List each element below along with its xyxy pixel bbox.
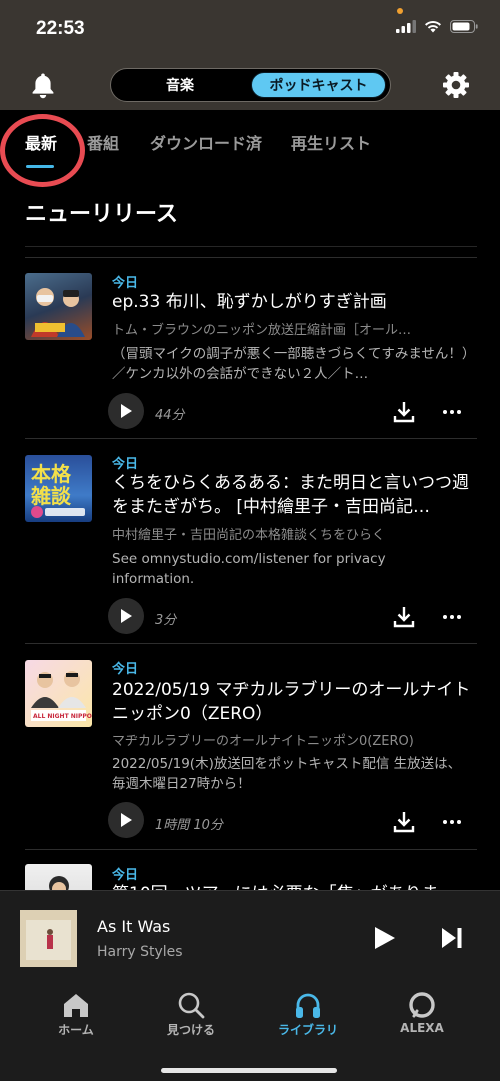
status-bar: 22:53	[0, 0, 500, 60]
episode-date: 今日	[112, 457, 139, 472]
episode-date: 今日	[112, 662, 139, 677]
episode-artwork	[25, 864, 92, 890]
toggle-music[interactable]: 音楽	[115, 72, 245, 98]
alexa-icon	[409, 992, 435, 1018]
play-icon	[121, 404, 132, 418]
download-icon[interactable]	[392, 810, 416, 834]
search-icon	[178, 992, 205, 1019]
wifi-icon	[425, 20, 441, 33]
now-playing-artist: Harry Styles	[97, 944, 183, 960]
nav-label: ライブラリ	[277, 1023, 338, 1037]
play-button[interactable]	[108, 598, 144, 634]
play-button[interactable]	[108, 393, 144, 429]
nav-alexa[interactable]: ALEXA	[367, 984, 477, 1054]
toggle-podcast[interactable]: ポッドキャスト	[251, 72, 386, 98]
mini-player[interactable]: As It Was Harry Styles	[0, 890, 500, 984]
divider	[25, 643, 477, 644]
divider	[25, 246, 477, 247]
bottom-nav: ホーム 見つける ライブラリ ALEXA	[0, 984, 500, 1081]
nav-library[interactable]: ライブラリ	[253, 984, 363, 1054]
play-icon	[121, 813, 132, 827]
svg-text:本格: 本格	[31, 462, 72, 486]
now-playing-artwork	[20, 910, 77, 967]
nav-label: 見つける	[166, 1023, 215, 1037]
episode-show-name: トム・ブラウンのニッポン放送圧縮計画［オール…	[112, 323, 412, 338]
episode-artwork: ALL NIGHT NIPPON	[25, 660, 92, 727]
episode-date: 今日	[112, 868, 139, 883]
episode-title: 第10回 ツアーには必要な「焦」がありま…	[112, 882, 477, 890]
episode-description: （冒頭マイクの調子が悪く一部聴きづらくてすみません！）／ケンカ以外の会話ができな…	[112, 346, 469, 382]
play-icon[interactable]	[371, 925, 397, 951]
nav-label: ALEXA	[400, 1021, 444, 1035]
privacy-indicator-dot	[397, 8, 403, 14]
section-title: ニューリリース	[25, 202, 178, 227]
divider	[25, 257, 477, 258]
status-time: 22:53	[36, 18, 85, 39]
tab-playlists[interactable]: 再生リスト	[291, 130, 371, 154]
skip-next-icon[interactable]	[440, 927, 464, 949]
top-header: 22:53 音楽 ポッドキャスト	[0, 0, 500, 110]
music-podcast-toggle: 音楽 ポッドキャスト	[110, 68, 391, 102]
more-options-icon[interactable]	[440, 810, 464, 834]
nav-search[interactable]: 見つける	[136, 984, 246, 1054]
episode-show-name: 中村繪里子・吉田尚記の本格雑談くちをひらく	[112, 528, 386, 543]
more-options-icon[interactable]	[440, 605, 464, 629]
episode-artwork	[25, 273, 92, 340]
status-icons	[396, 20, 478, 33]
play-button[interactable]	[108, 802, 144, 838]
tab-shows[interactable]: 番組	[87, 130, 119, 154]
play-icon	[121, 609, 132, 623]
episode-description: See omnystudio.com/listener for privacy …	[112, 551, 386, 587]
episode-duration: 1時間 10分	[155, 818, 223, 833]
divider	[25, 438, 477, 439]
episode-description: 2022/05/19(木)放送回をポットキャスト配信 生放送は、毎週木曜日27時…	[112, 756, 462, 792]
episode-duration: 44分	[155, 408, 185, 423]
episode-title: 2022/05/19 マヂカルラブリーのオールナイトニッポン0（ZERO）	[112, 680, 471, 724]
svg-text:雑談: 雑談	[30, 484, 72, 508]
cellular-signal-icon	[396, 20, 416, 33]
download-icon[interactable]	[392, 605, 416, 629]
gear-icon[interactable]	[441, 70, 471, 100]
headphones-icon	[296, 993, 320, 1018]
svg-text:ALL NIGHT NIPPON: ALL NIGHT NIPPON	[33, 713, 92, 720]
home-icon	[64, 994, 88, 1017]
episode-show-name: マヂカルラブリーのオールナイトニッポン0(ZERO)	[112, 734, 414, 749]
now-playing-title: As It Was	[97, 917, 171, 936]
battery-icon	[450, 20, 478, 33]
episode-date: 今日	[112, 276, 139, 291]
nav-label: ホーム	[58, 1023, 94, 1037]
episode-item[interactable]: 今日 第10回 ツアーには必要な「焦」がありま…	[0, 850, 500, 890]
episode-title: くちをひらくあるある：また明日と言いつつ週をまたぎがち。 [中村繪里子・吉田尚記…	[112, 473, 469, 517]
highlight-circle-annotation	[0, 114, 85, 187]
nav-home[interactable]: ホーム	[21, 984, 131, 1054]
more-options-icon[interactable]	[440, 400, 464, 424]
episode-artwork: 本格 雑談	[25, 455, 92, 522]
bell-icon[interactable]	[28, 70, 58, 100]
episode-title: ep.33 布川、恥ずかしがりすぎ計画	[112, 292, 387, 312]
download-icon[interactable]	[392, 400, 416, 424]
home-indicator	[161, 1068, 337, 1073]
episode-duration: 3分	[155, 613, 177, 628]
tab-downloaded[interactable]: ダウンロード済	[150, 130, 262, 154]
